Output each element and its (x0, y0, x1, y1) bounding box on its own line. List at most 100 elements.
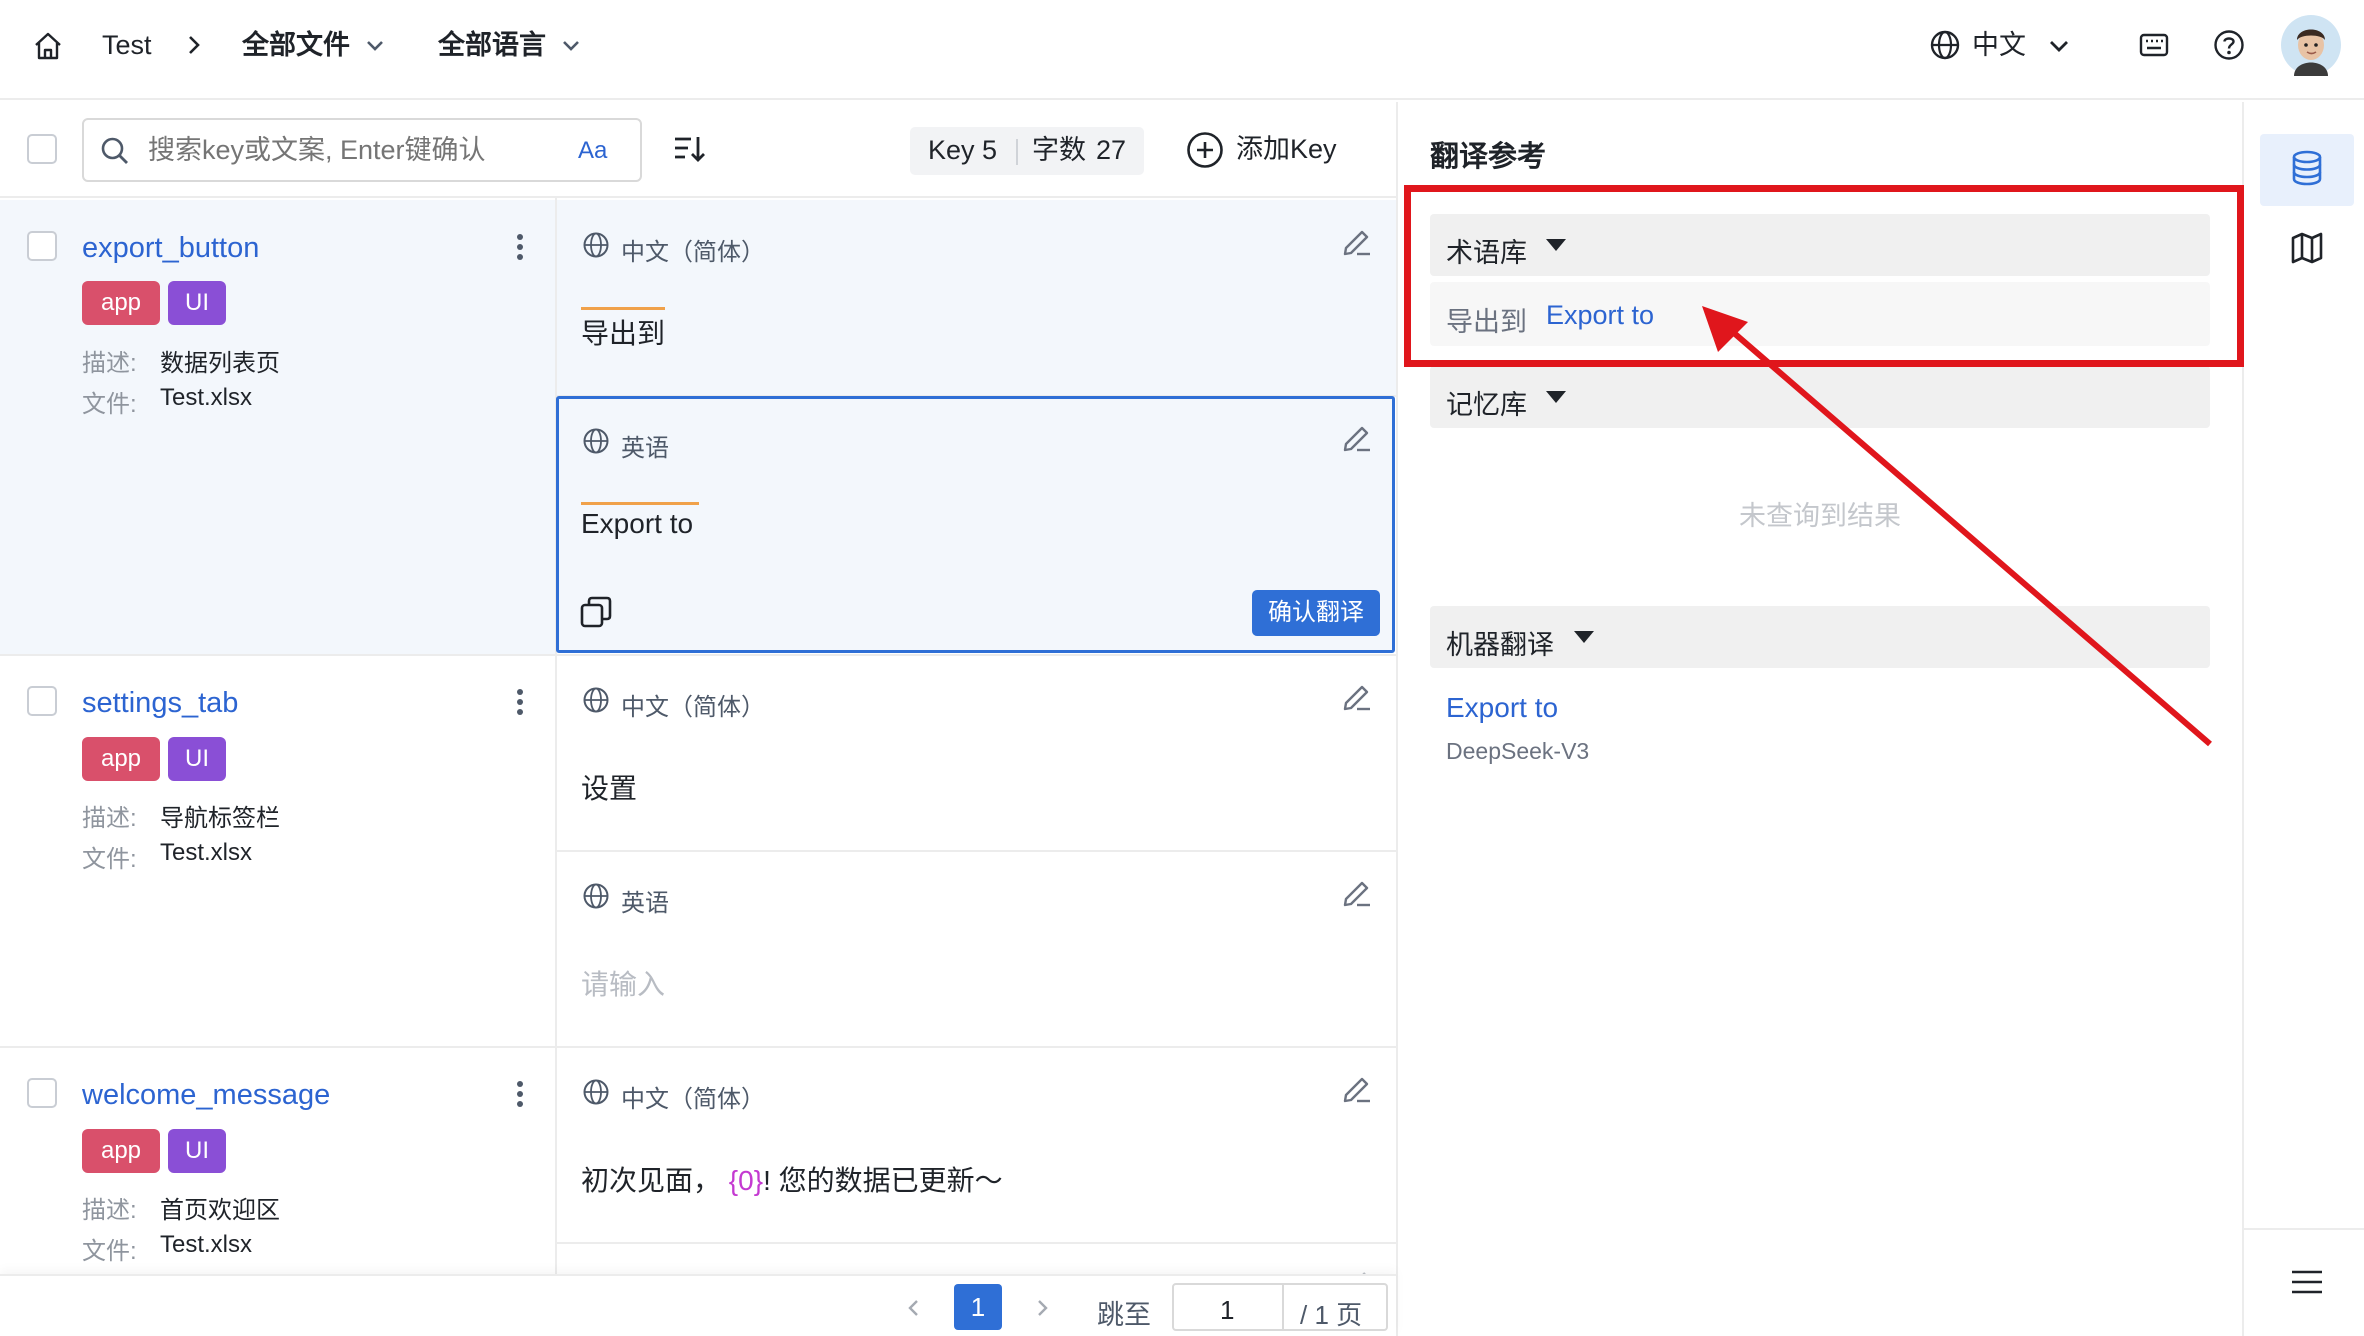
desc-label: 描述: (82, 350, 137, 377)
row-divider (0, 1046, 1396, 1048)
edit-icon[interactable] (1340, 875, 1374, 909)
entry-source-area (557, 200, 1396, 395)
tag-ui: UI (168, 1129, 226, 1173)
source-text: 初次见面， {0}! 您的数据已更新～ (581, 1159, 1003, 1199)
edit-icon[interactable] (1340, 224, 1374, 258)
edit-icon[interactable] (1340, 420, 1374, 454)
keyboard-icon[interactable] (2138, 30, 2170, 60)
jump-input[interactable]: 1 / 1 页 (1172, 1283, 1388, 1331)
chevron-down-icon[interactable] (364, 36, 386, 56)
desc-label: 描述: (82, 1197, 137, 1224)
chevron-left-icon[interactable] (902, 1296, 926, 1320)
globe-icon (583, 1079, 609, 1105)
row-checkbox[interactable] (27, 231, 57, 261)
jump-label: 跳至 (1097, 1300, 1151, 1330)
target-language-label: 英语 (621, 890, 669, 917)
file-value: Test.xlsx (160, 1231, 253, 1258)
confirm-translation-button[interactable]: 确认翻译 (1252, 590, 1380, 636)
help-icon[interactable] (2212, 28, 2246, 62)
database-icon[interactable] (2290, 150, 2324, 186)
search-box[interactable]: Aa (82, 118, 642, 182)
copy-icon[interactable] (578, 594, 614, 630)
term-underline (581, 307, 665, 310)
chevron-right-icon (189, 36, 200, 54)
memory-label: 记忆库 (1446, 390, 1527, 420)
add-key-button[interactable]: 添加Key (1236, 136, 1337, 163)
reference-panel-title: 翻译参考 (1430, 141, 1547, 173)
tag-app: app (82, 281, 160, 325)
globe-icon (583, 428, 609, 454)
source-text: 导出到 (581, 318, 666, 349)
key-name[interactable]: export_button (82, 232, 259, 265)
file-label: 文件: (82, 1238, 137, 1265)
chevron-down-icon[interactable] (560, 36, 582, 56)
tag-app: app (82, 737, 160, 781)
caret-down-icon (1574, 631, 1594, 643)
chars-label: 字数 (1032, 135, 1086, 165)
row-checkbox[interactable] (27, 686, 57, 716)
entry-row-selected (0, 200, 555, 654)
ui-language-selector[interactable]: 中文 (1972, 32, 2026, 59)
key-name[interactable]: welcome_message (82, 1079, 330, 1112)
caret-down-icon (1546, 391, 1566, 403)
home-icon[interactable] (32, 30, 64, 62)
edit-icon[interactable] (1340, 1071, 1374, 1105)
menu-icon[interactable] (2290, 1268, 2324, 1296)
breadcrumb-project[interactable]: Test (102, 32, 152, 59)
key-stats: Key 5 字数 27 (910, 127, 1144, 175)
source-text: 设置 (581, 773, 638, 804)
jump-input-value[interactable]: 1 (1220, 1295, 1234, 1326)
desc-value: 首页欢迎区 (160, 1197, 280, 1224)
chevron-right-icon[interactable] (1030, 1296, 1054, 1320)
total-pages: / 1 页 (1300, 1300, 1363, 1330)
file-value: Test.xlsx (160, 384, 253, 411)
file-value: Test.xlsx (160, 839, 253, 866)
edit-icon[interactable] (1340, 679, 1374, 713)
placeholder-token: {0} (728, 1165, 764, 1196)
select-all-checkbox[interactable] (27, 134, 57, 164)
file-label: 文件: (82, 391, 137, 418)
panel-divider (1396, 102, 1398, 1336)
globe-icon (583, 883, 609, 909)
search-input[interactable] (148, 130, 548, 170)
source-language-label: 中文（简体） (621, 694, 765, 721)
sort-icon[interactable] (671, 132, 705, 166)
globe-icon (583, 687, 609, 713)
avatar[interactable] (2280, 14, 2342, 76)
chevron-down-icon[interactable] (2047, 36, 2071, 56)
chars-count: 27 (1096, 135, 1127, 165)
page-button-current[interactable]: 1 (954, 1284, 1002, 1330)
row-divider (557, 850, 1396, 852)
sidebar-bottom-divider (2244, 1228, 2364, 1230)
row-divider (557, 1242, 1396, 1244)
more-options-icon[interactable] (517, 685, 523, 719)
globe-icon (583, 232, 609, 258)
tag-ui: UI (168, 281, 226, 325)
desc-value: 数据列表页 (160, 350, 280, 377)
languages-dropdown[interactable]: 全部语言 (438, 32, 546, 59)
files-dropdown[interactable]: 全部文件 (242, 32, 350, 59)
target-input-placeholder[interactable]: 请输入 (581, 963, 665, 1003)
target-language-label: 英语 (621, 435, 669, 462)
more-options-icon[interactable] (517, 1077, 523, 1111)
key-name[interactable]: settings_tab (82, 687, 238, 720)
more-options-icon[interactable] (517, 230, 523, 264)
map-icon[interactable] (2289, 230, 2325, 266)
mt-label: 机器翻译 (1446, 630, 1554, 660)
term-underline (581, 502, 699, 505)
key-label: Key (928, 135, 975, 165)
mt-engine: DeepSeek-V3 (1446, 738, 1590, 764)
row-checkbox[interactable] (27, 1078, 57, 1108)
add-circle-icon[interactable] (1186, 131, 1224, 169)
tag-ui: UI (168, 737, 226, 781)
source-language-label: 中文（简体） (621, 1086, 765, 1113)
globe-icon[interactable] (1929, 29, 1961, 61)
source-text-part: ! 您的数据已更新～ (763, 1165, 1003, 1196)
search-icon (101, 137, 128, 164)
mt-result[interactable]: Export to (1446, 692, 1558, 724)
stats-divider (1016, 139, 1018, 165)
jump-divider (1282, 1285, 1284, 1329)
source-language-label: 中文（简体） (621, 239, 765, 266)
target-text[interactable]: Export to (581, 508, 693, 540)
match-case-toggle[interactable]: Aa (578, 137, 607, 165)
